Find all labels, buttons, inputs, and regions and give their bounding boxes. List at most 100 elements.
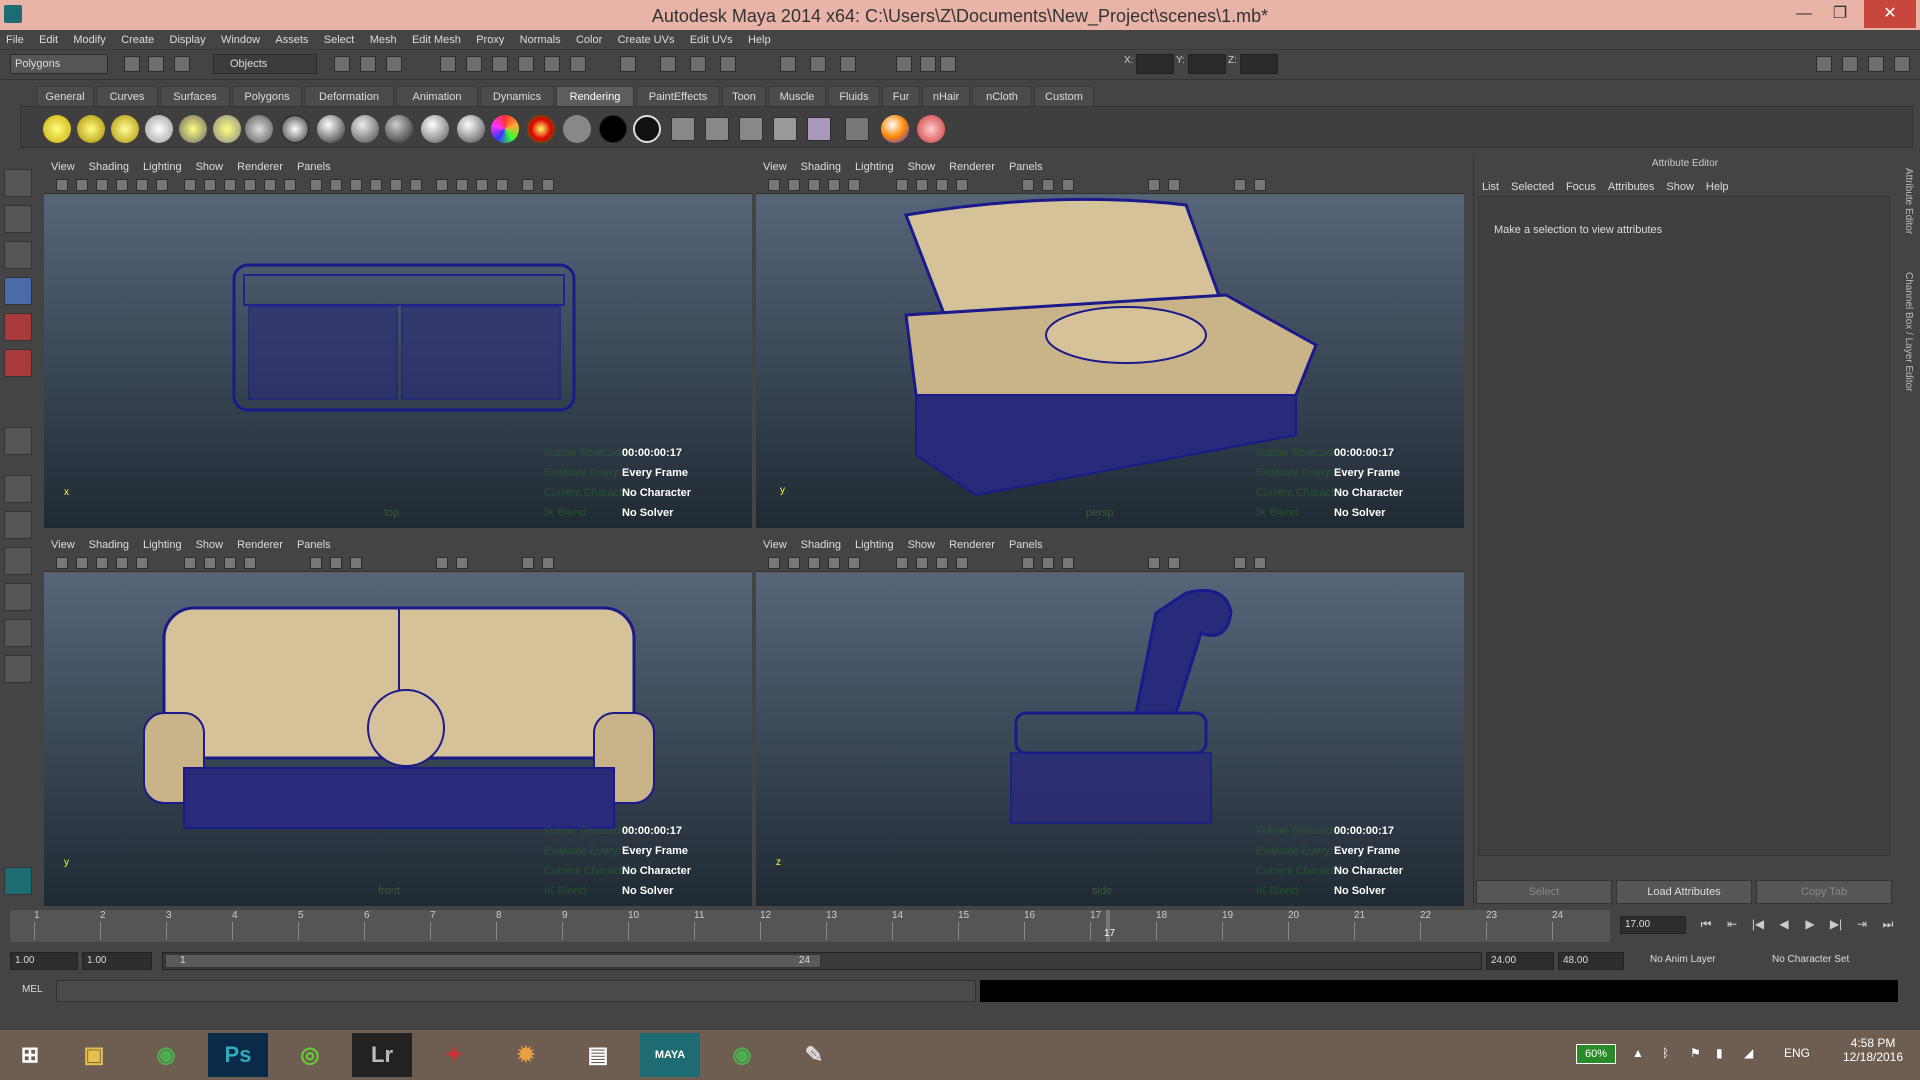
maya-workspace-icon[interactable] <box>4 867 32 895</box>
textured-icon[interactable] <box>224 179 236 191</box>
panel-menu-lighting[interactable]: Lighting <box>136 158 189 176</box>
step-forward-frame-button[interactable]: ▶| <box>1826 917 1846 935</box>
isolate-icon[interactable] <box>284 179 296 191</box>
bookmark-icon[interactable] <box>96 557 108 569</box>
safe-title-icon[interactable] <box>542 557 554 569</box>
ui-element-icon[interactable] <box>940 56 956 72</box>
ramp-shader-icon[interactable] <box>491 115 519 143</box>
scale-tool-icon[interactable] <box>4 349 32 377</box>
z-field[interactable] <box>1240 54 1278 74</box>
select-hierarchy-icon[interactable] <box>334 56 350 72</box>
shelf-tab-muscle[interactable]: Muscle <box>768 86 826 106</box>
panel-menu-panels[interactable]: Panels <box>290 158 338 176</box>
menu-edit[interactable]: Edit <box>33 30 64 50</box>
menu-color[interactable]: Color <box>570 30 608 50</box>
media-app-icon[interactable]: ▤ <box>568 1033 628 1077</box>
wireframe-icon[interactable] <box>184 179 196 191</box>
layout-icon[interactable] <box>896 56 912 72</box>
shadows-icon[interactable] <box>264 179 276 191</box>
move-tool-icon[interactable] <box>4 277 32 305</box>
safe-action-icon[interactable] <box>1234 179 1246 191</box>
anim-layer-selector[interactable]: No Anim Layer <box>1650 954 1716 965</box>
menu-set-selector[interactable]: Polygons <box>10 54 108 74</box>
shelf-tab-deformation[interactable]: Deformation <box>304 86 394 106</box>
shelf-tab-nhair[interactable]: nHair <box>922 86 970 106</box>
select-component-icon[interactable] <box>386 56 402 72</box>
play-backwards-button[interactable]: ◀ <box>1774 917 1794 935</box>
select-button[interactable]: Select <box>1476 880 1612 904</box>
spot-light-icon[interactable] <box>145 115 173 143</box>
maya-taskbar-icon[interactable]: MAYA <box>640 1033 700 1077</box>
go-to-start-button[interactable]: ⏮ <box>1696 917 1716 935</box>
smooth-shade-icon[interactable] <box>204 557 216 569</box>
panel-menu-lighting[interactable]: Lighting <box>848 536 901 554</box>
camera-attributes-icon[interactable] <box>788 179 800 191</box>
viewport-front[interactable]: View Shading Lighting Show Renderer Panels Fr… <box>44 536 752 906</box>
image-plane-icon[interactable] <box>116 179 128 191</box>
persp-outliner-layout-icon[interactable] <box>4 547 32 575</box>
camera-icon[interactable] <box>245 115 273 143</box>
render-settings-icon[interactable] <box>690 56 706 72</box>
viewport-top[interactable]: View Shading Lighting Show Renderer Panels Fr… <box>44 158 752 528</box>
bookmark-icon[interactable] <box>96 179 108 191</box>
safe-title-icon[interactable] <box>1254 179 1266 191</box>
persp-graph-layout-icon[interactable] <box>4 583 32 611</box>
shelf-tab-painteffects[interactable]: PaintEffects <box>636 86 720 106</box>
ae-menu-focus[interactable]: Focus <box>1562 178 1604 196</box>
menu-modify[interactable]: Modify <box>67 30 111 50</box>
shelf-tab-curves[interactable]: Curves <box>96 86 158 106</box>
image-plane-icon[interactable] <box>828 557 840 569</box>
ae-menu-help[interactable]: Help <box>1702 178 1737 196</box>
lambert-icon[interactable] <box>281 115 309 143</box>
viewport-canvas[interactable]: Frame Timecode: Evaluate Every: Current Ch… <box>756 573 1464 906</box>
panel-menu-shading[interactable]: Shading <box>82 158 136 176</box>
snap-grid-icon[interactable] <box>440 56 456 72</box>
paint-app-icon[interactable]: ✎ <box>784 1033 844 1077</box>
paint-canvas-icon[interactable] <box>917 115 945 143</box>
depth-icon[interactable] <box>436 179 448 191</box>
shelf-tab-surfaces[interactable]: Surfaces <box>160 86 230 106</box>
viewport-canvas[interactable]: Frame Timecode: Evaluate Every: Current Ch… <box>44 195 752 528</box>
four-pane-layout-icon[interactable] <box>4 511 32 539</box>
clock[interactable]: 4:58 PM 12/18/2016 <box>1836 1036 1910 1064</box>
action-center-icon[interactable]: ⚑ <box>1690 1046 1701 1060</box>
xray-joints-icon[interactable] <box>1042 179 1054 191</box>
volume-icon[interactable]: ◢ <box>1744 1046 1753 1060</box>
menu-mesh[interactable]: Mesh <box>364 30 403 50</box>
shelf-tab-general[interactable]: General <box>36 86 94 106</box>
panel-menu-shading[interactable]: Shading <box>794 158 848 176</box>
safe-action-icon[interactable] <box>1234 557 1246 569</box>
step-back-frame-button[interactable]: |◀ <box>1748 917 1768 935</box>
menu-window[interactable]: Window <box>215 30 266 50</box>
blinn-icon[interactable] <box>317 115 345 143</box>
time-slider[interactable]: 1 2 3 4 5 6 7 8 9 10 11 12 13 14 15 16 17 18 19 20 21 22 23 24 … <box>10 910 1610 942</box>
start-button[interactable]: ⊞ <box>0 1033 60 1077</box>
menu-assets[interactable]: Assets <box>269 30 314 50</box>
render-current-icon[interactable] <box>620 56 636 72</box>
volume-light-icon[interactable] <box>213 115 241 143</box>
save-scene-icon[interactable] <box>174 56 190 72</box>
panel-menu-view[interactable]: View <box>756 158 794 176</box>
image-plane-icon[interactable] <box>828 179 840 191</box>
play-forwards-button[interactable]: ▶ <box>1800 917 1820 935</box>
menu-create[interactable]: Create <box>115 30 160 50</box>
input-ops-icon[interactable] <box>780 56 796 72</box>
select-camera-icon[interactable] <box>56 179 68 191</box>
playback-start-field[interactable]: 1.00 <box>82 952 152 970</box>
gamma-icon[interactable] <box>1168 179 1180 191</box>
hypershade-shelf-icon[interactable] <box>845 117 869 141</box>
menu-file[interactable]: File <box>0 30 30 50</box>
viewport-canvas[interactable]: Frame Timecode: Evaluate Every: Current Ch… <box>756 195 1464 528</box>
xray-joints-icon[interactable] <box>1042 557 1054 569</box>
film-gate-icon[interactable] <box>156 179 168 191</box>
camera-attributes-icon[interactable] <box>788 557 800 569</box>
rotate-tool-icon[interactable] <box>4 313 32 341</box>
panel-menu-shading[interactable]: Shading <box>82 536 136 554</box>
shelf-tab-rendering[interactable]: Rendering <box>556 86 634 106</box>
panel-menu-show[interactable]: Show <box>901 158 943 176</box>
shelf-tab-fluids[interactable]: Fluids <box>828 86 880 106</box>
panel-menu-lighting[interactable]: Lighting <box>136 536 189 554</box>
shelf-tab-fur[interactable]: Fur <box>882 86 920 106</box>
playback-end-field[interactable]: 24.00 <box>1486 952 1554 970</box>
close-button[interactable]: ✕ <box>1864 0 1916 28</box>
